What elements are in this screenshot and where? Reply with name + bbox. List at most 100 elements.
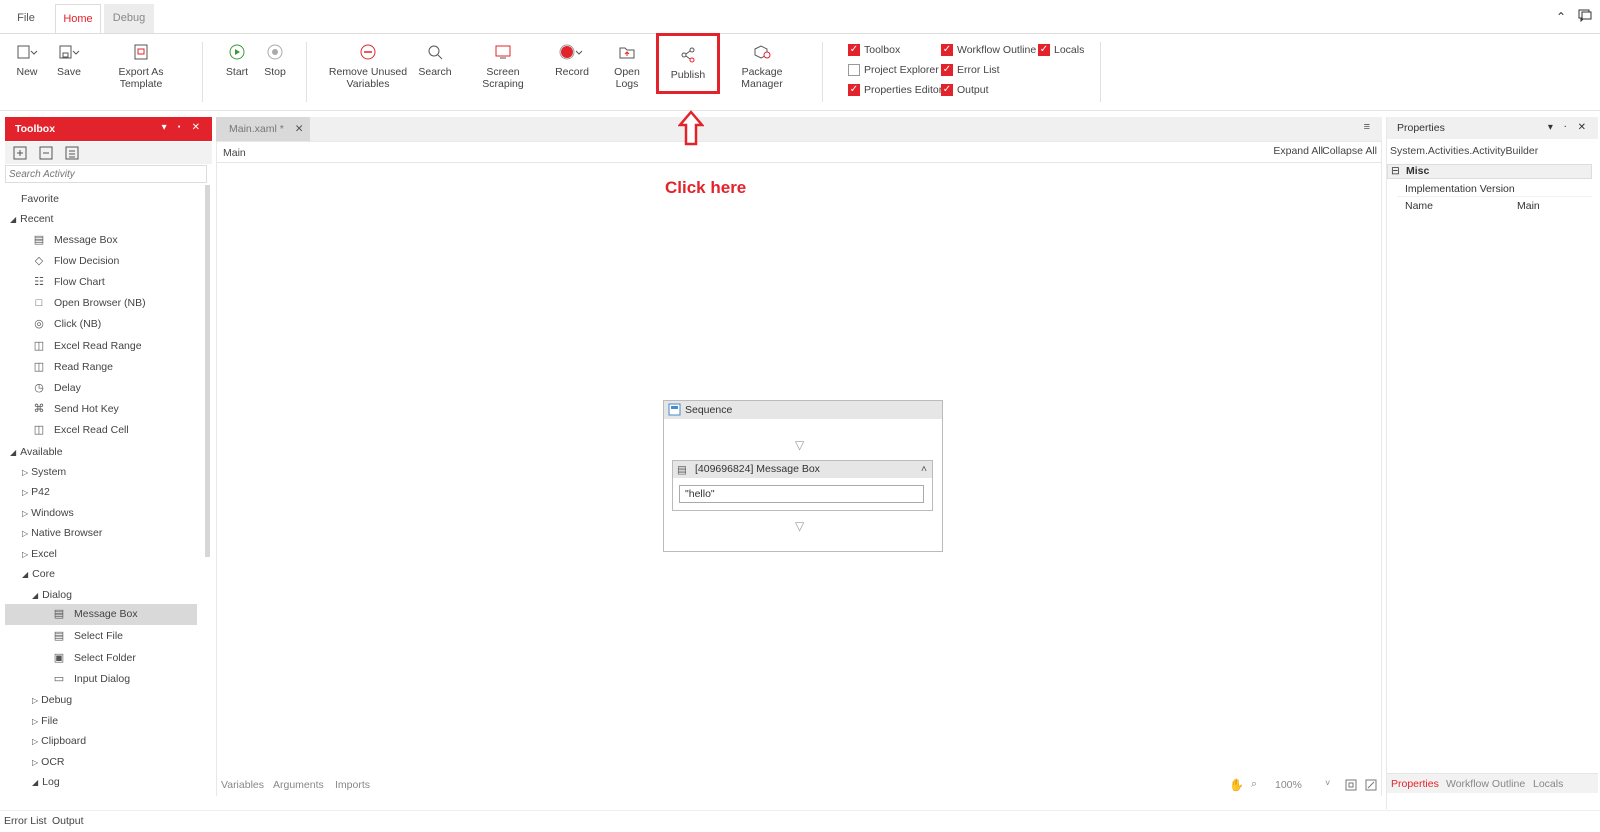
tree-recent-open-browser[interactable]: □ Open Browser (NB) bbox=[32, 293, 146, 313]
zoom-dropdown-icon[interactable]: ˅ bbox=[1325, 778, 1330, 788]
tree-group-log[interactable]: ◢ Log bbox=[32, 772, 60, 792]
fit-screen-icon[interactable] bbox=[1345, 779, 1357, 794]
panel-controls[interactable]: ▾ ‧ ✕ bbox=[162, 122, 204, 133]
tree-recent-flow-decision[interactable]: ◇ Flow Decision bbox=[32, 251, 120, 271]
new-button[interactable]: New bbox=[10, 40, 44, 78]
export-template-button[interactable]: Export As Template bbox=[96, 40, 186, 90]
toolbox-header: Toolbox ▾ ‧ ✕ bbox=[5, 117, 212, 141]
tree-available[interactable]: ◢ Available bbox=[10, 442, 63, 462]
stop-button[interactable]: Stop bbox=[260, 40, 290, 78]
tree-group-debug[interactable]: ▷ Debug bbox=[32, 690, 72, 710]
tab-debug[interactable]: Debug bbox=[104, 4, 154, 34]
toolbox-checkbox[interactable]: ✓ Toolbox bbox=[848, 42, 900, 58]
expand-arrow-icon: ▷ bbox=[32, 696, 39, 705]
tree-group-dialog[interactable]: ◢ Dialog bbox=[32, 585, 72, 605]
tree-recent-click[interactable]: ◎ Click (NB) bbox=[32, 314, 101, 334]
toolbox-scrollbar[interactable] bbox=[205, 185, 210, 557]
project-explorer-checkbox[interactable]: Project Explorer bbox=[848, 62, 939, 78]
properties-editor-checkbox[interactable]: ✓ Properties Editor bbox=[848, 82, 942, 98]
output-tab[interactable]: Output bbox=[52, 815, 84, 827]
locals-checkbox[interactable]: ✓ Locals bbox=[1038, 42, 1084, 58]
tree-group-file[interactable]: ▷ File bbox=[32, 711, 58, 731]
close-tab-icon[interactable]: ✕ bbox=[295, 123, 304, 135]
output-checkbox[interactable]: ✓ Output bbox=[941, 82, 989, 98]
hand-pan-icon[interactable]: ✋ bbox=[1229, 778, 1244, 792]
start-button[interactable]: Start bbox=[222, 40, 252, 78]
tree-group-system[interactable]: ▷ System bbox=[22, 462, 66, 482]
expand-all-link[interactable]: Expand All bbox=[1273, 145, 1323, 157]
remove-unused-variables-button[interactable]: Remove Unused Variables bbox=[326, 40, 410, 90]
tree-group-clipboard[interactable]: ▷ Clipboard bbox=[32, 731, 86, 751]
tree-recent-flow-chart[interactable]: ☷ Flow Chart bbox=[32, 272, 105, 292]
tab-list-icon[interactable]: ≡ bbox=[1364, 121, 1370, 133]
collapse-arrow-icon: ◢ bbox=[10, 215, 17, 224]
package-manager-button[interactable]: Package Manager bbox=[722, 40, 802, 90]
collapse-all-icon[interactable] bbox=[39, 146, 53, 163]
tree-dialog-select-file[interactable]: ▤ Select File bbox=[52, 626, 123, 646]
tree-group-windows[interactable]: ▷ Windows bbox=[22, 503, 74, 523]
comment-icon[interactable] bbox=[1578, 8, 1592, 25]
tab-main-xaml[interactable]: Main.xaml * ✕ bbox=[216, 117, 310, 141]
collapse-ribbon-icon[interactable]: ⌃ bbox=[1556, 10, 1566, 24]
record-button[interactable]: Record bbox=[552, 40, 592, 78]
collapse-activity-icon[interactable]: ˄ bbox=[921, 461, 927, 478]
zoom-level[interactable]: 100% bbox=[1275, 779, 1302, 791]
tree-recent-excel-read-cell[interactable]: ◫ Excel Read Cell bbox=[32, 420, 129, 440]
tree-recent-read-range[interactable]: ◫ Read Range bbox=[32, 357, 113, 377]
zoom-search-icon[interactable]: ⌕ bbox=[1251, 778, 1257, 791]
tree-dialog-message-box-selected[interactable]: ▤ Message Box bbox=[5, 604, 197, 625]
save-button[interactable]: Save bbox=[52, 40, 86, 78]
tree-favorite[interactable]: Favorite bbox=[21, 189, 59, 209]
tab-file[interactable]: File bbox=[5, 4, 47, 34]
tree-dialog-input-dialog[interactable]: ▭ Input Dialog bbox=[52, 669, 130, 689]
variables-tab[interactable]: Variables bbox=[221, 779, 264, 791]
tree-recent-excel-read-range[interactable]: ◫ Excel Read Range bbox=[32, 336, 142, 356]
workflow-designer[interactable]: Main Expand All Collapse All Click here … bbox=[216, 141, 1382, 796]
tree-recent-message-box[interactable]: ▤ Message Box bbox=[32, 230, 118, 250]
error-list-checkbox[interactable]: ✓ Error List bbox=[941, 62, 1000, 78]
sequence-activity[interactable]: Sequence ▽ ▤ [409696824] Message Box ˄ "… bbox=[663, 400, 943, 552]
arguments-tab[interactable]: Arguments bbox=[273, 779, 324, 791]
stop-icon bbox=[260, 40, 290, 64]
expand-arrow-icon: ▷ bbox=[22, 550, 29, 559]
message-box-activity[interactable]: ▤ [409696824] Message Box ˄ "hello" bbox=[672, 460, 933, 511]
overview-map-icon[interactable] bbox=[1365, 779, 1377, 794]
collapse-category-icon[interactable]: ⊟ bbox=[1391, 165, 1400, 178]
tree-group-native-browser[interactable]: ▷ Native Browser bbox=[22, 523, 102, 543]
properties-header: Properties ▾ ‧ ✕ bbox=[1387, 117, 1598, 139]
workflow-outline-checkbox[interactable]: ✓ Workflow Outline bbox=[941, 42, 1036, 58]
properties-tab[interactable]: Properties bbox=[1391, 778, 1439, 790]
search-button[interactable]: Search bbox=[418, 40, 452, 78]
workflow-outline-tab[interactable]: Workflow Outline bbox=[1446, 778, 1525, 790]
clock-icon: ◷ bbox=[34, 382, 44, 394]
collapse-all-link[interactable]: Collapse All bbox=[1322, 145, 1377, 157]
tree-recent-send-hot-key[interactable]: ⌘ Send Hot Key bbox=[32, 399, 119, 419]
tab-home[interactable]: Home bbox=[55, 4, 101, 34]
tree-dialog-select-folder[interactable]: ▣ Select Folder bbox=[52, 648, 136, 668]
list-view-icon[interactable] bbox=[65, 146, 79, 163]
expand-arrow-icon: ▷ bbox=[32, 758, 39, 767]
drop-arrow-icon[interactable]: ▽ bbox=[795, 519, 804, 533]
search-activity-input[interactable] bbox=[5, 165, 207, 183]
tree-group-core[interactable]: ◢ Core bbox=[22, 564, 55, 584]
open-logs-button[interactable]: Open Logs bbox=[602, 40, 652, 90]
breadcrumb[interactable]: Main bbox=[223, 147, 246, 159]
message-text-field[interactable]: "hello" bbox=[679, 485, 924, 503]
error-list-tab[interactable]: Error List bbox=[4, 815, 47, 827]
property-row[interactable]: Implementation Version bbox=[1397, 181, 1592, 197]
panel-controls[interactable]: ▾ ‧ ✕ bbox=[1548, 117, 1590, 139]
imports-tab[interactable]: Imports bbox=[335, 779, 370, 791]
properties-type: System.Activities.ActivityBuilder bbox=[1390, 145, 1539, 157]
properties-category[interactable]: ⊟ Misc bbox=[1387, 164, 1592, 179]
tree-recent-delay[interactable]: ◷ Delay bbox=[32, 378, 81, 398]
tree-group-p42[interactable]: ▷ P42 bbox=[22, 482, 50, 502]
drop-arrow-icon[interactable]: ▽ bbox=[795, 438, 804, 452]
property-row[interactable]: Name Main bbox=[1397, 198, 1592, 214]
tree-group-excel[interactable]: ▷ Excel bbox=[22, 544, 57, 564]
screen-scraping-button[interactable]: Screen Scraping bbox=[466, 40, 540, 90]
expand-all-icon[interactable] bbox=[13, 146, 27, 163]
locals-tab[interactable]: Locals bbox=[1533, 778, 1563, 790]
tree-recent[interactable]: ◢ Recent bbox=[10, 209, 53, 229]
tree-group-ocr[interactable]: ▷ OCR bbox=[32, 752, 65, 772]
publish-button[interactable]: Publish bbox=[656, 33, 720, 94]
